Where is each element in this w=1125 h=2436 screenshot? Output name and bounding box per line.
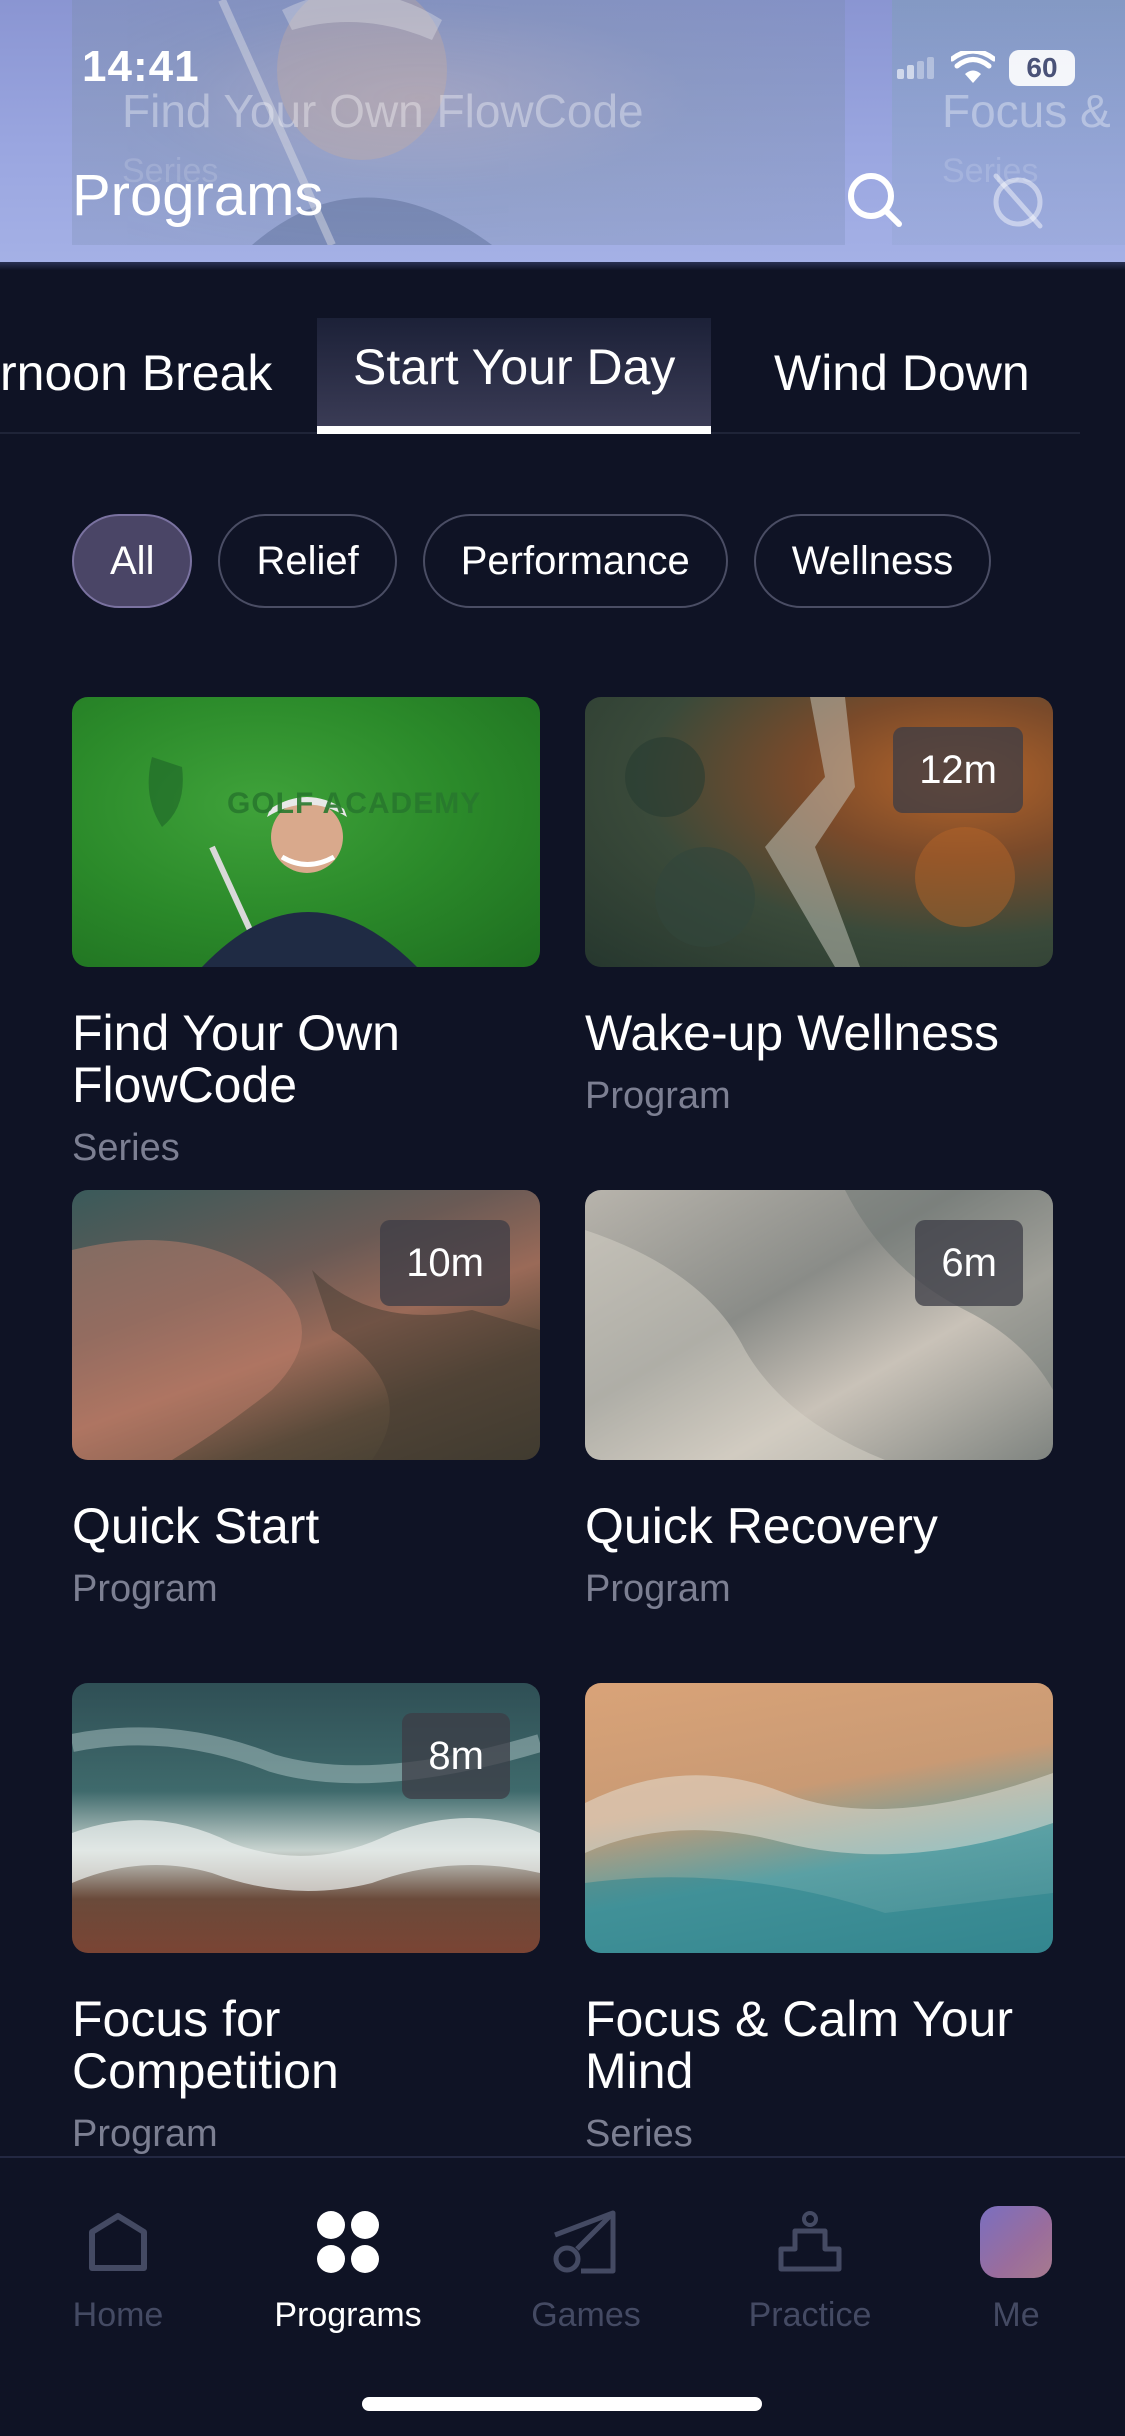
games-icon bbox=[486, 2202, 686, 2282]
card-title: Quick Start bbox=[72, 1498, 320, 1554]
home-icon bbox=[18, 2202, 218, 2282]
programs-screen: Find Your Own FlowCode Series Focus & Se… bbox=[0, 0, 1125, 2436]
tab-label: Home bbox=[72, 2296, 164, 2334]
programs-grid-icon bbox=[248, 2202, 448, 2282]
filter-relief[interactable]: Relief bbox=[218, 514, 397, 608]
status-icons: 60 bbox=[897, 50, 1075, 86]
home-indicator[interactable] bbox=[362, 2397, 762, 2411]
program-card[interactable]: 8m Focus for Competition Program bbox=[72, 1683, 540, 2156]
page-title: Programs bbox=[72, 163, 324, 228]
tab-practice[interactable]: Practice bbox=[710, 2202, 910, 2335]
card-thumbnail: 6m bbox=[585, 1190, 1053, 1460]
header-divider bbox=[0, 262, 1125, 270]
tab-label: Games bbox=[531, 2296, 641, 2334]
card-title: Focus for Competition bbox=[72, 1991, 339, 2099]
program-card[interactable]: 12m Wake-up Wellness Program bbox=[585, 697, 1053, 1118]
card-type: Program bbox=[585, 1568, 731, 1610]
academy-logo-text: GOLF ACADEMY bbox=[227, 787, 482, 820]
bottom-tab-bar: Home Programs Games Practice Me bbox=[0, 2156, 1125, 2436]
cast-off-icon[interactable] bbox=[988, 170, 1048, 230]
program-card[interactable]: 6m Quick Recovery Program bbox=[585, 1190, 1053, 1611]
card-thumbnail: 8m bbox=[72, 1683, 540, 1953]
card-thumbnail: 12m bbox=[585, 697, 1053, 967]
avatar bbox=[980, 2206, 1052, 2278]
tab-games[interactable]: Games bbox=[486, 2202, 686, 2335]
program-card[interactable]: Focus & Calm Your Mind Series bbox=[585, 1683, 1053, 2156]
card-type: Program bbox=[585, 1075, 731, 1117]
signal-icon bbox=[897, 57, 934, 79]
card-thumbnail: 10m bbox=[72, 1190, 540, 1460]
program-card[interactable]: GOLF ACADEMY Find Your Own FlowCode Seri… bbox=[72, 697, 540, 1170]
battery-indicator: 60 bbox=[1009, 50, 1075, 86]
card-title: Wake-up Wellness bbox=[585, 1005, 1000, 1061]
status-time: 14:41 bbox=[82, 42, 200, 91]
card-type: Program bbox=[72, 2113, 218, 2155]
practice-icon bbox=[710, 2202, 910, 2282]
duration-badge: 12m bbox=[893, 727, 1023, 813]
banner-title: Find Your Own FlowCode bbox=[122, 85, 644, 137]
card-thumbnail: GOLF ACADEMY bbox=[72, 697, 540, 967]
program-card[interactable]: 10m Quick Start Program bbox=[72, 1190, 540, 1611]
card-type: Program bbox=[72, 1568, 218, 1610]
filter-wellness[interactable]: Wellness bbox=[753, 514, 992, 608]
card-title: Find Your Own FlowCode bbox=[72, 1005, 400, 1113]
tab-me[interactable]: Me bbox=[916, 2202, 1116, 2335]
card-title: Focus & Calm Your Mind bbox=[585, 1991, 1013, 2099]
card-type: Series bbox=[72, 1127, 180, 1169]
golfer-photo bbox=[148, 757, 417, 967]
card-type: Series bbox=[585, 2113, 693, 2155]
filter-chips: All Relief Performance Wellness bbox=[72, 514, 992, 608]
wifi-icon bbox=[951, 51, 995, 83]
tab-programs[interactable]: Programs bbox=[248, 2202, 448, 2335]
tab-label: Me bbox=[992, 2296, 1040, 2334]
search-icon[interactable] bbox=[845, 170, 905, 230]
tab-label: Programs bbox=[274, 2296, 422, 2334]
card-title: Quick Recovery bbox=[585, 1498, 938, 1554]
filter-all[interactable]: All bbox=[72, 514, 193, 608]
category-tabs: rnoon Break Start Your Day Wind Down bbox=[0, 318, 1080, 434]
duration-badge: 6m bbox=[915, 1220, 1023, 1306]
banner-title-2: Focus & bbox=[942, 85, 1111, 137]
header: Find Your Own FlowCode Series Focus & Se… bbox=[0, 0, 1125, 270]
tab-start-your-day[interactable]: Start Your Day bbox=[317, 318, 712, 434]
tab-afternoon-break[interactable]: rnoon Break bbox=[0, 344, 272, 402]
filter-performance[interactable]: Performance bbox=[422, 514, 728, 608]
beach-photo bbox=[585, 1773, 1053, 1953]
tab-label: Practice bbox=[748, 2296, 872, 2334]
tab-wind-down[interactable]: Wind Down bbox=[774, 344, 1030, 402]
duration-badge: 8m bbox=[402, 1713, 510, 1799]
tab-home[interactable]: Home bbox=[18, 2202, 218, 2335]
card-thumbnail bbox=[585, 1683, 1053, 1953]
duration-badge: 10m bbox=[380, 1220, 510, 1306]
